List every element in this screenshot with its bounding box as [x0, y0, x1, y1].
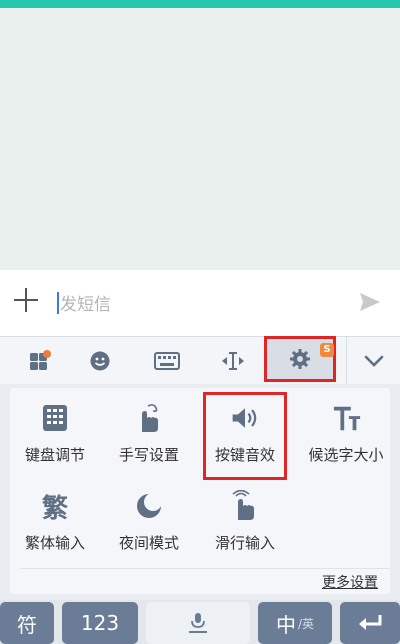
apps-icon[interactable] — [10, 337, 70, 385]
traditional-chinese-icon: 繁 — [40, 490, 70, 524]
chevron-down-icon[interactable] — [346, 337, 400, 385]
setting-night-mode[interactable]: 夜间模式 — [104, 476, 194, 556]
setting-label: 夜间模式 — [118, 534, 179, 552]
status-bar — [0, 0, 400, 8]
cursor-move-icon[interactable] — [203, 337, 263, 385]
number-key[interactable]: 123 — [62, 602, 138, 644]
send-icon[interactable] — [358, 290, 382, 314]
setting-handwriting[interactable]: 手写设置 — [104, 388, 194, 468]
emoji-icon[interactable] — [70, 337, 130, 385]
sogou-logo-badge: S — [320, 343, 334, 357]
plus-icon[interactable] — [12, 286, 40, 314]
key-sound-highlight — [203, 392, 287, 480]
text-size-icon — [332, 402, 362, 434]
symbol-key[interactable]: 符 — [0, 602, 54, 644]
setting-label: 手写设置 — [118, 446, 179, 464]
enter-icon — [359, 615, 382, 630]
language-switch-key[interactable]: 中/英 — [258, 602, 332, 644]
keyboard-icon[interactable] — [137, 337, 197, 385]
setting-traditional-input[interactable]: 繁 繁体输入 — [10, 476, 100, 556]
space-key[interactable] — [146, 602, 250, 644]
setting-label: 繁体输入 — [24, 534, 85, 552]
ime-toolbar: S — [0, 336, 400, 386]
message-area — [0, 8, 400, 270]
setting-label: 键盘调节 — [24, 446, 85, 464]
text-cursor — [57, 292, 59, 314]
setting-label: 滑行输入 — [214, 534, 275, 552]
gear-icon — [290, 349, 310, 369]
setting-swipe-input[interactable]: 滑行输入 — [200, 476, 290, 556]
keyboard-bottom-row: 符 123 中/英 — [0, 600, 400, 644]
swipe-icon — [230, 490, 260, 522]
more-settings-link[interactable]: 更多设置 — [322, 572, 378, 592]
microphone-icon — [189, 613, 207, 633]
enter-key[interactable] — [340, 602, 400, 644]
traditional-glyph: 繁 — [41, 493, 68, 524]
setting-keyboard-adjust[interactable]: 键盘调节 — [10, 388, 100, 468]
moon-icon — [134, 490, 164, 522]
compose-bar: 发短信 — [0, 270, 400, 336]
setting-candidate-size[interactable]: 候选字大小 — [296, 388, 396, 468]
keyboard-adjust-icon — [40, 402, 70, 434]
language-sub: /英 — [297, 616, 315, 631]
divider — [20, 568, 390, 569]
message-input[interactable]: 发短信 — [60, 290, 111, 315]
setting-label: 候选字大小 — [308, 446, 384, 464]
handwriting-icon — [134, 402, 164, 434]
language-main: 中 — [275, 612, 296, 637]
